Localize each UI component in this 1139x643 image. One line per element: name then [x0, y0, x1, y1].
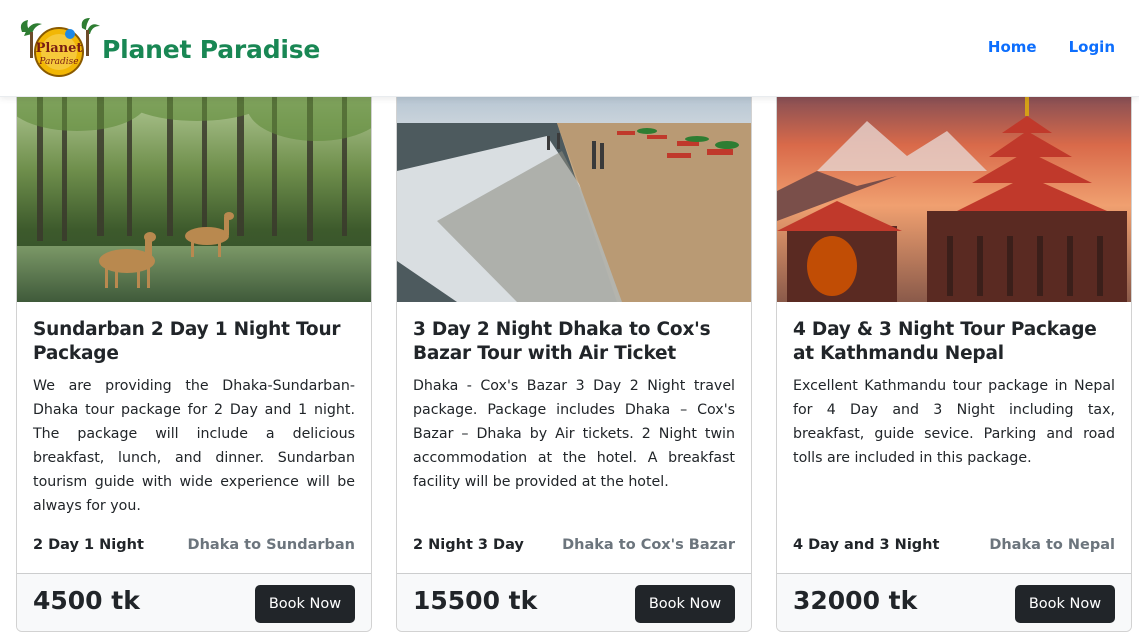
card-body: 4 Day & 3 Night Tour Package at Kathmand… — [793, 318, 1115, 470]
package-card-kathmandu: 4 Day & 3 Night Tour Package at Kathmand… — [776, 60, 1132, 632]
package-card-coxs-bazar: 3 Day 2 Night Dhaka to Cox's Bazar Tour … — [396, 60, 752, 632]
brand-name: Planet Paradise — [102, 34, 321, 64]
tour-duration: 2 Night 3 Day — [413, 537, 524, 553]
card-footer: 32000 tk Book Now — [777, 573, 1131, 631]
tour-route: Dhaka to Sundarban — [187, 537, 355, 553]
tour-price: 4500 tk — [33, 586, 140, 615]
book-now-button[interactable]: Book Now — [255, 585, 355, 623]
tour-price: 32000 tk — [793, 586, 918, 615]
card-title: Sundarban 2 Day 1 Night Tour Package — [33, 319, 341, 364]
navbar: Planet Paradise Planet Paradise Home Log… — [0, 0, 1139, 97]
card-title: 4 Day & 3 Night Tour Package at Kathmand… — [793, 319, 1097, 364]
kathmandu-temple-image — [777, 61, 1131, 302]
card-body: 3 Day 2 Night Dhaka to Cox's Bazar Tour … — [413, 318, 735, 494]
package-card-sundarban: Sundarban 2 Day 1 Night Tour Package We … — [16, 60, 372, 632]
nav-home-link[interactable]: Home — [988, 38, 1037, 56]
coxs-bazar-beach-image — [397, 61, 751, 302]
card-meta: 4 Day and 3 Night Dhaka to Nepal — [793, 537, 1115, 553]
card-description: We are providing the Dhaka-Sundarban-Dha… — [33, 378, 355, 514]
book-now-button[interactable]: Book Now — [1015, 585, 1115, 623]
tour-duration: 2 Day 1 Night — [33, 537, 144, 553]
sundarban-deer-image — [17, 61, 371, 302]
brand-link[interactable]: Planet Paradise Planet Paradise — [16, 14, 320, 84]
svg-text:Planet: Planet — [36, 41, 83, 56]
svg-text:Paradise: Paradise — [38, 57, 78, 67]
book-now-button[interactable]: Book Now — [635, 585, 735, 623]
nav-links: Home Login — [988, 38, 1115, 56]
card-meta: 2 Night 3 Day Dhaka to Cox's Bazar — [413, 537, 735, 553]
tour-price: 15500 tk — [413, 586, 538, 615]
nav-login-link[interactable]: Login — [1069, 38, 1115, 56]
card-description: Excellent Kathmandu tour package in Nepa… — [793, 378, 1115, 466]
tour-duration: 4 Day and 3 Night — [793, 537, 940, 553]
card-footer: 15500 tk Book Now — [397, 573, 751, 631]
card-footer: 4500 tk Book Now — [17, 573, 371, 631]
card-body: Sundarban 2 Day 1 Night Tour Package We … — [33, 318, 355, 518]
card-meta: 2 Day 1 Night Dhaka to Sundarban — [33, 537, 355, 553]
planet-paradise-logo: Planet Paradise — [20, 18, 100, 77]
tour-route: Dhaka to Nepal — [989, 537, 1115, 553]
tour-route: Dhaka to Cox's Bazar — [562, 537, 735, 553]
card-title: 3 Day 2 Night Dhaka to Cox's Bazar Tour … — [413, 319, 711, 364]
card-description: Dhaka - Cox's Bazar 3 Day 2 Night travel… — [413, 378, 735, 490]
